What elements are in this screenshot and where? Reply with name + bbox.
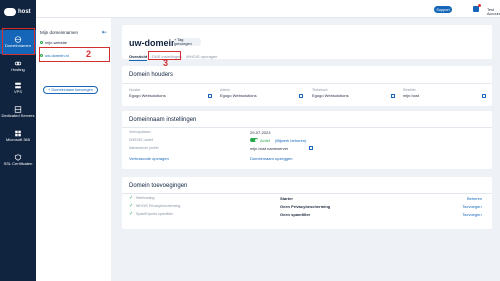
edit-icon[interactable]: [309, 146, 313, 150]
setting-value: 29-07-2023: [250, 130, 271, 135]
holders-title: Domein houders: [129, 72, 174, 78]
domain-additions-card: Domein toevoegingen ✓ Webhosting Starter…: [122, 177, 492, 229]
holder-value: Egogo Websolutions: [312, 93, 349, 98]
support-button[interactable]: Support: [434, 6, 452, 13]
highlight-box-domain: [39, 47, 110, 62]
holder-label: Houder: [129, 88, 141, 92]
check-icon: ✓: [129, 195, 134, 201]
add-domain-label: + Domeinnaam toevoegen: [48, 88, 93, 92]
domain-label: mijn.website: [45, 39, 68, 45]
nav-item-ssl-certificaten[interactable]: SSL Certificaten: [0, 148, 36, 172]
nav-item-dedicated-servers[interactable]: Dedicated Servers: [0, 100, 36, 124]
setting-label: Verloopdatum: [129, 130, 151, 134]
nav-label: Microsoft 365: [5, 136, 30, 142]
addition-action-link[interactable]: Toevoegen: [462, 212, 482, 217]
collapse-sidebar-icon[interactable]: ⇤: [102, 29, 107, 36]
nav-label: VPS: [13, 88, 22, 94]
support-label: Support: [436, 7, 450, 12]
addition-value: Geen Privacybescherming: [280, 204, 331, 209]
transfer-code-link[interactable]: Verhuiscode opvragen: [129, 156, 169, 161]
tab-whois-opvragen[interactable]: WHOIS opvragen: [186, 54, 217, 59]
nav-label: SSL Certificaten: [3, 160, 33, 166]
nav-label: Hosting: [11, 66, 25, 72]
holder-value: Egogo Websolutions: [129, 93, 166, 98]
shield-icon: [14, 154, 22, 161]
edit-icon[interactable]: [482, 94, 486, 98]
add-domain-button[interactable]: + Domeinnaam toevoegen: [43, 86, 98, 94]
setting-label: DNSSEC actief: [129, 138, 153, 142]
add-tag-label: + Tag toevoegen: [174, 38, 192, 46]
holder-label: Technisch: [312, 88, 328, 92]
divider: [122, 127, 492, 128]
addition-label: SpamExperts spamfilter: [136, 212, 174, 216]
edit-icon[interactable]: [391, 94, 395, 98]
edit-icon[interactable]: [208, 94, 212, 98]
addition-action-link[interactable]: Beheren: [467, 196, 482, 201]
windows-icon: [15, 130, 21, 137]
dnssec-toggle[interactable]: [250, 138, 258, 142]
dnssec-link[interactable]: (Bijwerk behoren): [275, 138, 306, 143]
check-icon: ✓: [129, 203, 134, 209]
brand-logo[interactable]: host: [4, 7, 34, 17]
cancel-domain-link[interactable]: Domeinnaam opzeggen: [250, 156, 292, 161]
addition-label: Webhosting: [136, 196, 155, 200]
addition-label: WHOIS Privacybescherming: [136, 204, 181, 208]
tab-overzicht[interactable]: Overzicht: [129, 54, 148, 61]
server-icon: [15, 82, 21, 89]
cart-icon[interactable]: [473, 4, 481, 12]
addition-action-link[interactable]: Toevoegen: [462, 204, 482, 209]
status-dot-icon: [40, 40, 43, 44]
addition-value: Starter: [280, 196, 293, 201]
domain-holders-card: Domein houders Houder Egogo Websolutions…: [122, 66, 492, 106]
setting-label: Nameserver profiel: [129, 146, 159, 150]
divider: [122, 83, 492, 84]
check-icon: ✓: [129, 211, 134, 217]
setting-value: Actief: [260, 138, 271, 143]
holder-label: Admin: [220, 88, 230, 92]
rack-icon: [14, 106, 22, 113]
edit-icon[interactable]: [299, 94, 303, 98]
holder-value: mijn.host: [403, 93, 420, 98]
logo-text: host: [18, 9, 31, 15]
settings-title: Domeinnaam instellingen: [129, 117, 197, 123]
top-bar: Support Test Account TA: [36, 0, 500, 18]
nav-item-hosting[interactable]: Hosting: [0, 54, 36, 78]
divider: [122, 193, 492, 194]
additions-title: Domein toevoegingen: [129, 183, 188, 189]
annotation-2: 2: [86, 49, 92, 59]
nav-item-microsoft-365[interactable]: Microsoft 365: [0, 124, 36, 148]
setting-value: mijn.host nameserver: [250, 146, 289, 151]
cloud-logo-icon: [4, 8, 16, 16]
cart-badge: [478, 4, 481, 7]
account-name[interactable]: Test Account: [487, 8, 500, 16]
sidebar-heading: Mijn domeinnamen: [40, 30, 79, 35]
add-tag-button[interactable]: + Tag toevoegen: [174, 38, 201, 46]
holder-label: Reseller: [403, 88, 416, 92]
nav-item-vps[interactable]: VPS: [0, 76, 36, 100]
domain-settings-card: Domeinnaam instellingen Verloopdatum 29-…: [122, 111, 492, 169]
nav-label: Dedicated Servers: [1, 112, 35, 118]
holder-value: Egogo Websolutions: [220, 93, 257, 98]
addition-value: Geen spamfilter: [280, 212, 311, 217]
link-icon: [14, 61, 22, 66]
sidebar-domain-item[interactable]: mijn.website: [40, 38, 107, 46]
highlight-box-nav: [2, 28, 35, 55]
